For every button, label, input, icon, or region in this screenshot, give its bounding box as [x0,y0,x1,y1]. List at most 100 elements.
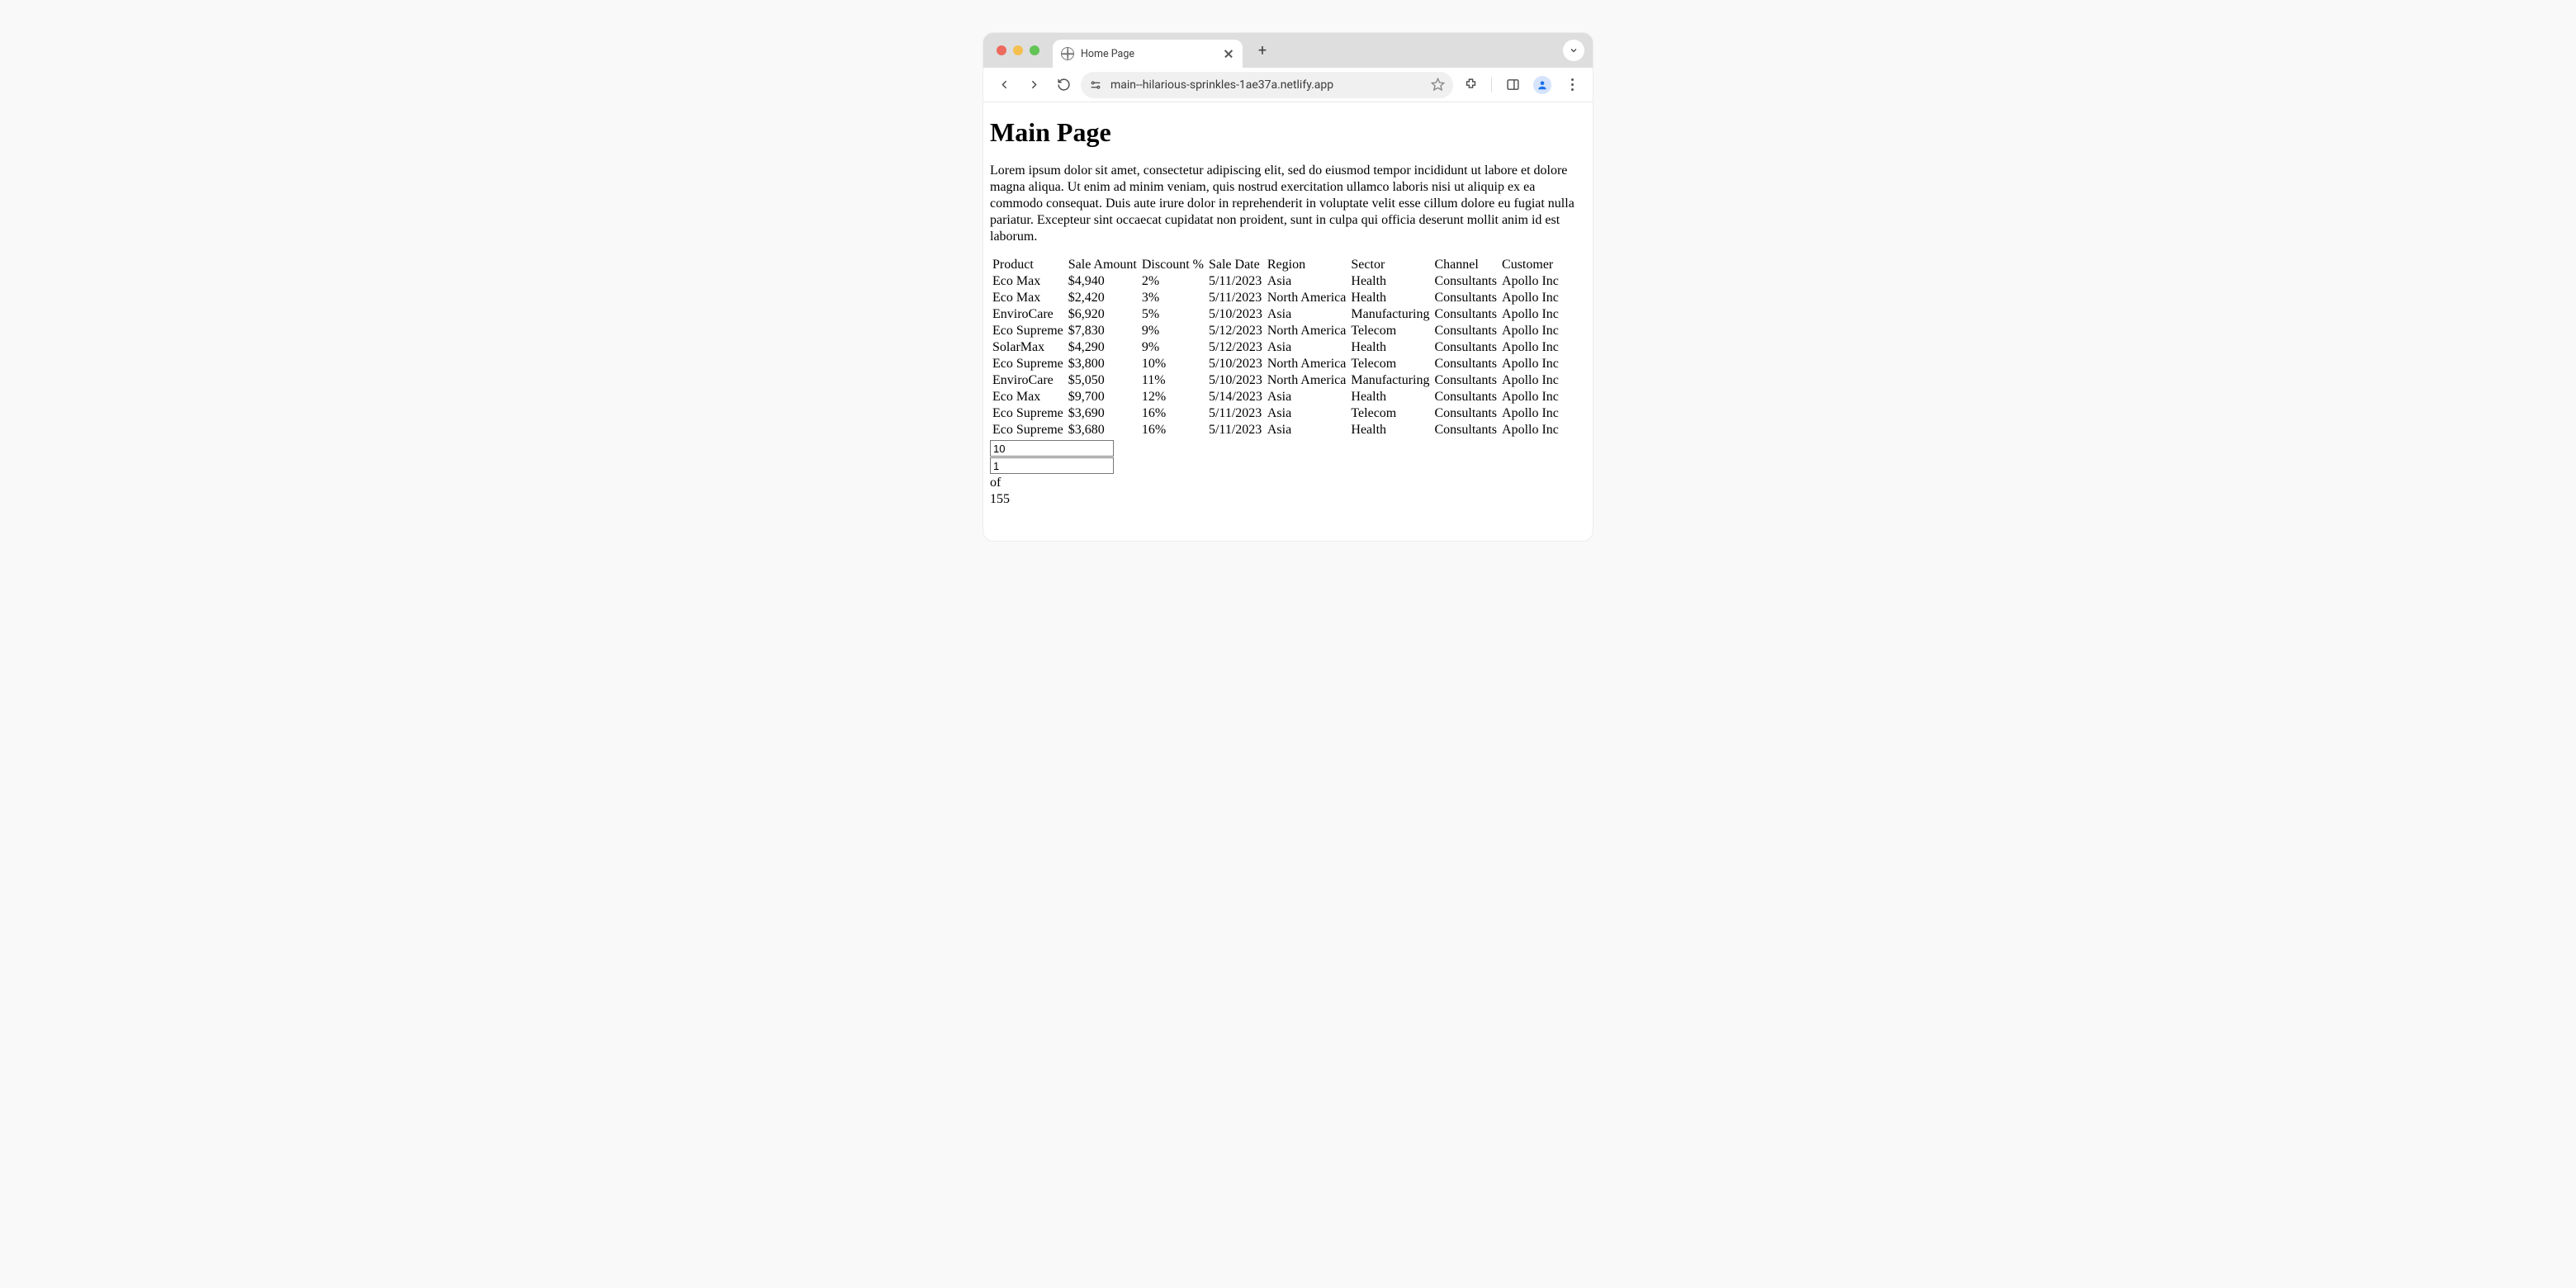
cell-customer: Apollo Inc [1499,422,1561,438]
cell-customer: Apollo Inc [1499,389,1561,405]
th-date: Sale Date [1206,257,1265,273]
cell-customer: Apollo Inc [1499,372,1561,389]
cell-date: 5/10/2023 [1206,372,1265,389]
forward-button[interactable] [1021,73,1046,97]
cell-customer: Apollo Inc [1499,323,1561,339]
table-row: Eco Supreme$3,80010%5/10/2023North Ameri… [990,356,1561,372]
cell-date: 5/11/2023 [1206,290,1265,306]
address-bar[interactable]: main--hilarious-sprinkles-1ae37a.netlify… [1081,72,1453,98]
cell-amount: $4,940 [1066,273,1139,290]
cell-region: North America [1265,356,1349,372]
cell-product: EnviroCare [990,372,1066,389]
th-customer: Customer [1499,257,1561,273]
tab-list-button[interactable] [1563,40,1584,61]
profile-button[interactable] [1530,73,1555,97]
cell-sector: Manufacturing [1348,306,1432,323]
page-title: Main Page [990,117,1586,148]
cell-channel: Consultants [1432,306,1499,323]
cell-date: 5/14/2023 [1206,389,1265,405]
cell-sector: Health [1348,389,1432,405]
cell-discount: 9% [1139,339,1206,356]
cell-product: EnviroCare [990,306,1066,323]
close-tab-button[interactable] [1223,48,1234,59]
cell-amount: $3,690 [1066,405,1139,422]
th-amount: Sale Amount [1066,257,1139,273]
bookmark-button[interactable] [1431,78,1445,92]
new-tab-button[interactable]: + [1251,39,1274,62]
back-button[interactable] [992,73,1016,97]
cell-discount: 16% [1139,422,1206,438]
site-info-icon[interactable] [1089,78,1102,92]
cell-amount: $3,800 [1066,356,1139,372]
url-text: main--hilarious-sprinkles-1ae37a.netlify… [1110,78,1333,92]
cell-region: North America [1265,290,1349,306]
cell-date: 5/10/2023 [1206,356,1265,372]
pagination-of-label: of [990,475,1586,491]
cell-discount: 16% [1139,405,1206,422]
close-window-button[interactable] [997,45,1006,55]
cell-discount: 2% [1139,273,1206,290]
cell-region: Asia [1265,422,1349,438]
cell-customer: Apollo Inc [1499,290,1561,306]
cell-discount: 10% [1139,356,1206,372]
th-product: Product [990,257,1066,273]
kebab-icon [1571,78,1574,91]
menu-button[interactable] [1560,73,1584,97]
cell-sector: Telecom [1348,356,1432,372]
th-channel: Channel [1432,257,1499,273]
extensions-button[interactable] [1458,73,1483,97]
reload-button[interactable] [1051,73,1076,97]
cell-product: Eco Supreme [990,356,1066,372]
cell-channel: Consultants [1432,290,1499,306]
table-row: Eco Max$9,70012%5/14/2023AsiaHealthConsu… [990,389,1561,405]
cell-channel: Consultants [1432,422,1499,438]
cell-amount: $3,680 [1066,422,1139,438]
cell-region: Asia [1265,405,1349,422]
page-number-input[interactable] [990,457,1114,474]
side-panel-button[interactable] [1500,73,1525,97]
th-region: Region [1265,257,1349,273]
cell-sector: Manufacturing [1348,372,1432,389]
cell-channel: Consultants [1432,372,1499,389]
cell-sector: Health [1348,273,1432,290]
window-controls [997,45,1039,55]
toolbar-divider [1491,78,1492,92]
pagination-total: 155 [990,491,1586,508]
table-row: SolarMax$4,2909%5/12/2023AsiaHealthConsu… [990,339,1561,356]
table-row: Eco Supreme$3,69016%5/11/2023AsiaTelecom… [990,405,1561,422]
cell-customer: Apollo Inc [1499,306,1561,323]
table-row: Eco Max$2,4203%5/11/2023North AmericaHea… [990,290,1561,306]
cell-amount: $2,420 [1066,290,1139,306]
cell-amount: $7,830 [1066,323,1139,339]
cell-region: Asia [1265,389,1349,405]
browser-tab[interactable]: Home Page [1053,40,1243,68]
cell-discount: 5% [1139,306,1206,323]
page-size-input[interactable] [990,440,1114,457]
cell-date: 5/11/2023 [1206,273,1265,290]
minimize-window-button[interactable] [1013,45,1023,55]
fullscreen-window-button[interactable] [1030,45,1039,55]
tab-strip: Home Page + [983,33,1593,68]
table-header-row: Product Sale Amount Discount % Sale Date… [990,257,1561,273]
cell-sector: Telecom [1348,323,1432,339]
table-row: Eco Supreme$3,68016%5/11/2023AsiaHealthC… [990,422,1561,438]
table-row: EnviroCare$5,05011%5/10/2023North Americ… [990,372,1561,389]
page-intro: Lorem ipsum dolor sit amet, consectetur … [990,163,1586,245]
cell-date: 5/12/2023 [1206,323,1265,339]
cell-region: Asia [1265,339,1349,356]
cell-product: Eco Max [990,273,1066,290]
cell-product: Eco Max [990,389,1066,405]
globe-icon [1061,47,1074,60]
cell-sector: Health [1348,422,1432,438]
cell-channel: Consultants [1432,339,1499,356]
cell-region: Asia [1265,306,1349,323]
cell-customer: Apollo Inc [1499,339,1561,356]
cell-amount: $5,050 [1066,372,1139,389]
cell-product: Eco Max [990,290,1066,306]
table-row: Eco Supreme$7,8309%5/12/2023North Americ… [990,323,1561,339]
cell-customer: Apollo Inc [1499,405,1561,422]
browser-window: Home Page + main--hilarious-sprinkles-1a… [983,33,1593,541]
table-row: Eco Max$4,9402%5/11/2023AsiaHealthConsul… [990,273,1561,290]
browser-toolbar: main--hilarious-sprinkles-1ae37a.netlify… [983,68,1593,102]
cell-channel: Consultants [1432,323,1499,339]
